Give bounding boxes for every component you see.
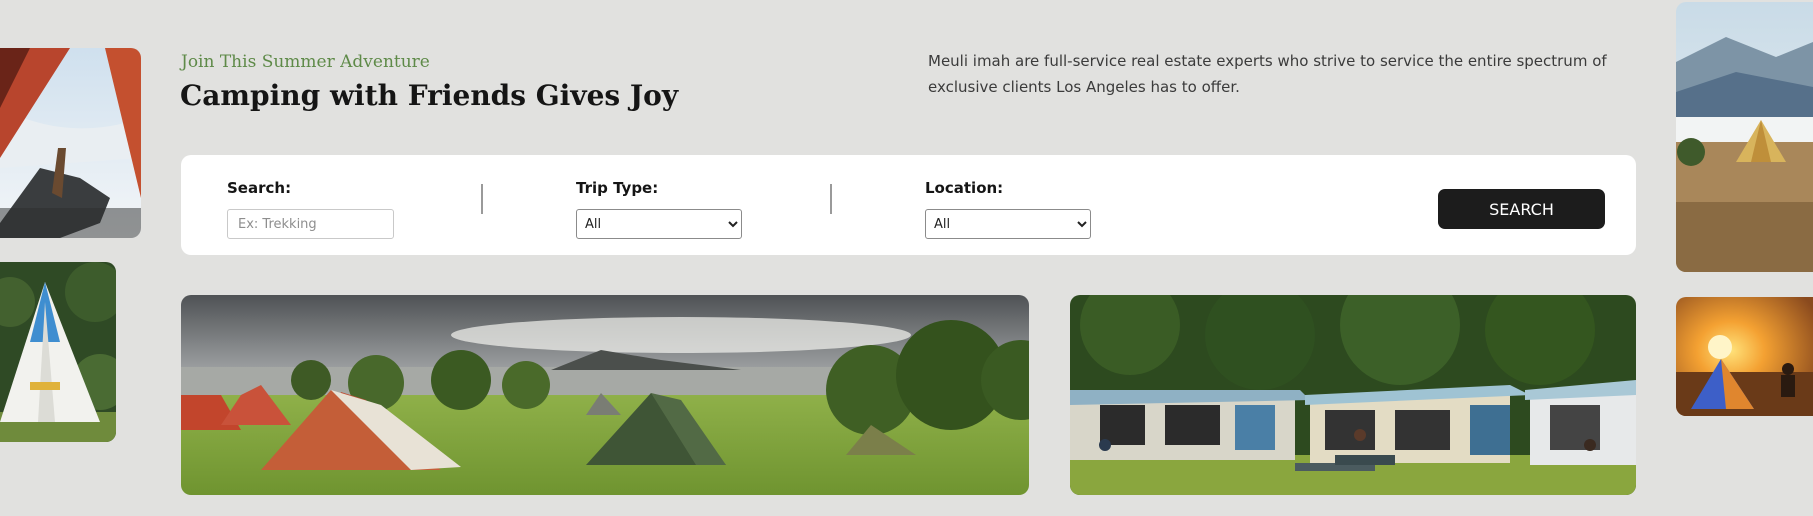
hero-description: Meuli imah are full-service real estate … bbox=[928, 52, 1607, 96]
page-title: Camping with Friends Gives Joy bbox=[180, 79, 679, 112]
search-input[interactable] bbox=[227, 209, 394, 239]
trip-type-label: Trip Type: bbox=[576, 179, 659, 197]
tent-view-feet-photo bbox=[0, 48, 141, 238]
mountain-tent-photo bbox=[1676, 2, 1813, 272]
search-label: Search: bbox=[227, 179, 292, 197]
location-select[interactable]: All bbox=[925, 209, 1091, 239]
sunset-tent-photo bbox=[1676, 297, 1813, 416]
search-bar: Search: Trip Type: All Location: All SEA… bbox=[181, 155, 1636, 255]
divider bbox=[481, 184, 483, 214]
teepee-photo bbox=[0, 262, 116, 442]
hero-kicker: Join This Summer Adventure bbox=[181, 52, 430, 72]
lake-campsite-photo bbox=[181, 295, 1029, 495]
search-button[interactable]: SEARCH bbox=[1438, 189, 1605, 229]
divider bbox=[830, 184, 832, 214]
location-label: Location: bbox=[925, 179, 1004, 197]
caravan-campsite-photo bbox=[1070, 295, 1636, 495]
trip-type-select[interactable]: All bbox=[576, 209, 742, 239]
